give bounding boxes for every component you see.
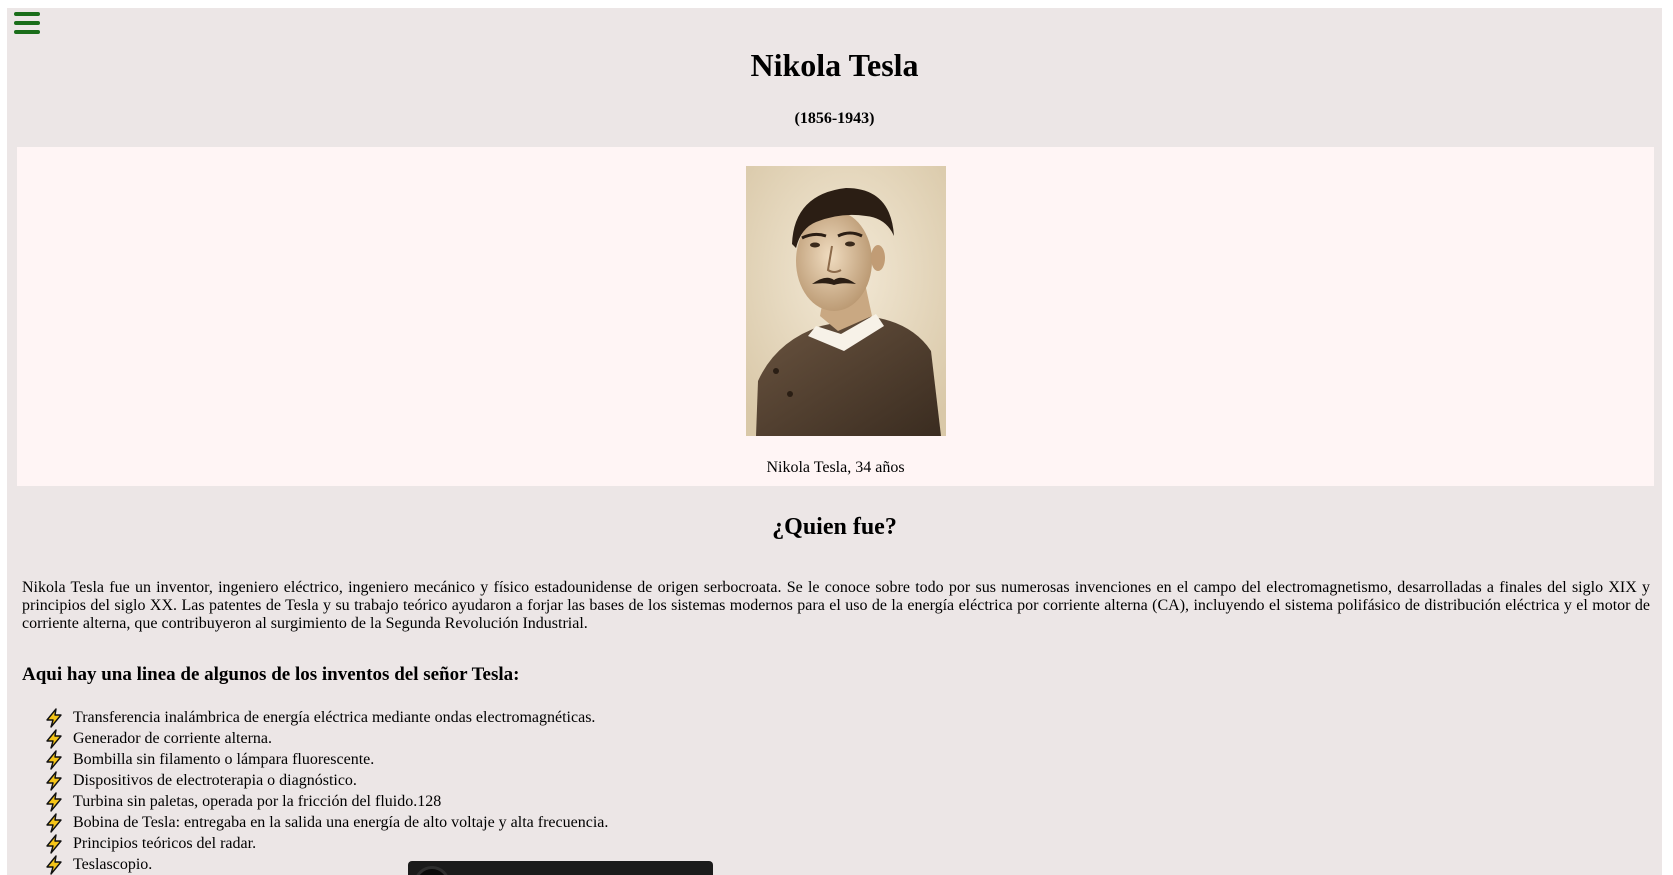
biography-paragraph: Nikola Tesla fue un inventor, ingeniero … [22,579,1650,632]
lightning-bolt-icon [46,813,62,833]
lightning-bolt-icon [46,855,62,875]
lightning-bolt-icon [46,750,62,770]
section-heading-inventions: Aqui hay una linea de algunos de los inv… [22,664,520,685]
lightning-bolt-icon [46,729,62,749]
list-item: Principios teóricos del radar. [44,833,608,854]
list-item-text: Principios teóricos del radar. [73,835,257,852]
portrait-caption: Nikola Tesla, 34 años [766,459,905,476]
list-item: Dispositivos de electroterapia o diagnós… [44,770,608,791]
portrait-figure: Nikola Tesla, 34 años [17,147,1654,486]
list-item: Transferencia inalámbrica de energía elé… [44,707,608,728]
list-item: Bobina de Tesla: entregaba en la salida … [44,812,608,833]
list-item: Bombilla sin filamento o lámpara fluores… [44,749,608,770]
list-item-text: Turbina sin paletas, operada por la fric… [73,793,442,810]
list-item: Turbina sin paletas, operada por la fric… [44,791,608,812]
list-item-text: Teslascopio. [73,856,153,873]
page-title: Nikola Tesla [750,47,919,83]
inventions-list: Transferencia inalámbrica de energía elé… [44,707,608,875]
portrait-photo [746,166,946,436]
list-item-text: Generador de corriente alterna. [73,730,272,747]
list-item-text: Transferencia inalámbrica de energía elé… [73,709,596,726]
lightning-bolt-icon [46,771,62,791]
avatar[interactable] [414,866,450,875]
section-heading-who: ¿Quien fue? [772,514,897,540]
floating-media-bar[interactable] [408,861,713,875]
list-item-text: Bobina de Tesla: entregaba en la salida … [73,814,609,831]
life-dates: (1856-1943) [794,110,875,127]
lightning-bolt-icon [46,834,62,854]
lightning-bolt-icon [46,792,62,812]
lightning-bolt-icon [46,708,62,728]
list-item: Generador de corriente alterna. [44,728,608,749]
hamburger-menu-icon[interactable] [14,12,40,36]
list-item-text: Dispositivos de electroterapia o diagnós… [73,772,357,789]
list-item-text: Bombilla sin filamento o lámpara fluores… [73,751,375,768]
page-container: Nikola Tesla (1856-1943) Nikola Tesla, 3… [7,8,1662,875]
